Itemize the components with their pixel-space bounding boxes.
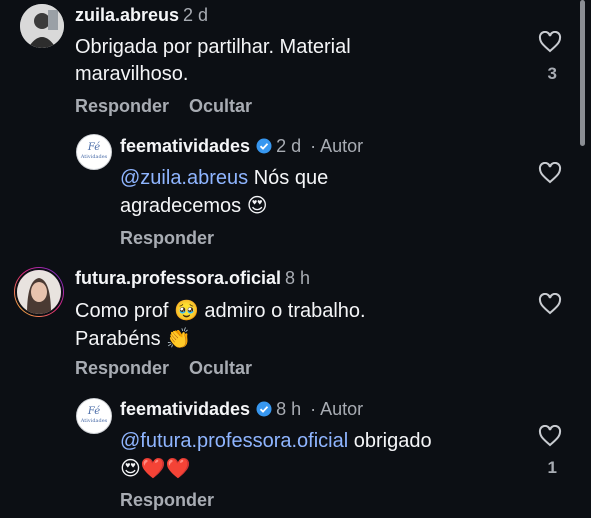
comment-actions: Responder Ocultar <box>75 358 272 379</box>
avatar[interactable] <box>20 4 64 48</box>
comment-text-part: Nós que <box>248 167 329 189</box>
comment-text-part: obrigado <box>348 430 432 452</box>
heart-eyes-hearts-emoji: 😍❤️❤️ <box>120 456 191 480</box>
heart-eyes-emoji: 😍 <box>246 193 268 217</box>
comment-header: feematividades 8 h · Autor <box>120 399 363 420</box>
comment-text-part: Parabéns <box>75 328 161 350</box>
clapping-hands-emoji: 👏 <box>166 326 192 350</box>
comment-text: @zuila.abreus Nós que agradecemos 😍 <box>120 165 328 220</box>
mention-link[interactable]: @zuila.abreus <box>120 167 248 189</box>
username[interactable]: feematividades <box>120 399 250 419</box>
hide-button[interactable]: Ocultar <box>189 96 252 116</box>
verified-badge-icon <box>256 401 272 417</box>
user-photo-icon <box>15 268 63 316</box>
like-count: 3 <box>547 64 557 83</box>
avatar[interactable] <box>14 267 64 317</box>
user-photo-icon <box>20 4 64 48</box>
reply-button[interactable]: Responder <box>75 96 169 116</box>
comment-text-line: Obrigada por partilhar. Material <box>75 36 351 58</box>
comment-header: feematividades 2 d · Autor <box>120 136 363 157</box>
avatar[interactable]: Fé Atividades <box>76 134 112 170</box>
comment-text: Como prof 🥹 admiro o trabalho. Parabéns … <box>75 297 366 353</box>
mention-link[interactable]: @futura.professora.oficial <box>120 430 348 452</box>
verified-badge-icon <box>256 138 272 154</box>
timestamp: 8 h <box>276 399 302 419</box>
heart-icon[interactable] <box>538 425 562 447</box>
separator: · <box>305 399 321 419</box>
brand-logo-icon: Fé Atividades <box>78 136 110 168</box>
author-badge: Autor <box>320 136 364 156</box>
comment-text-line: @futura.professora.oficial obrigado <box>120 428 432 455</box>
reply-button[interactable]: Responder <box>120 228 214 248</box>
avatar[interactable]: Fé Atividades <box>76 398 112 434</box>
username[interactable]: zuila.abreus <box>75 5 179 25</box>
svg-text:Atividades: Atividades <box>80 418 108 424</box>
like-count: 1 <box>547 458 557 477</box>
comment-text-part: Como prof <box>75 300 169 322</box>
scrollbar-thumb[interactable] <box>580 0 585 146</box>
comment-header: futura.professora.oficial 8 h <box>75 268 310 289</box>
svg-text:Atividades: Atividades <box>80 154 108 160</box>
heart-icon[interactable] <box>538 162 562 184</box>
reply-button[interactable]: Responder <box>120 490 214 510</box>
separator: · <box>305 136 321 156</box>
comment-actions: Responder Ocultar <box>75 96 272 117</box>
comment-text: @futura.professora.oficial obrigado 😍❤️❤… <box>120 428 432 483</box>
hide-button[interactable]: Ocultar <box>189 358 252 378</box>
comment-text-line: maravilhoso. <box>75 63 189 85</box>
heart-icon[interactable] <box>538 293 562 315</box>
comment-text-line: agradecemos 😍 <box>120 192 328 220</box>
comment-text-line: Parabéns 👏 <box>75 325 366 353</box>
reply-button[interactable]: Responder <box>75 358 169 378</box>
timestamp: 2 d <box>276 136 302 156</box>
comment-text-part: admiro o trabalho. <box>204 300 366 322</box>
comment-text-part: agradecemos <box>120 195 242 217</box>
brand-logo-icon: Fé Atividades <box>78 400 110 432</box>
heart-icon[interactable] <box>538 31 562 53</box>
holding-tears-emoji: 🥹 <box>173 298 199 322</box>
svg-text:Fé: Fé <box>87 406 100 417</box>
timestamp: 2 d <box>183 5 209 25</box>
comment-header: zuila.abreus 2 d <box>75 5 208 26</box>
username[interactable]: futura.professora.oficial <box>75 268 281 288</box>
comment-text: Obrigada por partilhar. Material maravil… <box>75 34 351 88</box>
comment-text-line: 😍❤️❤️ <box>120 455 432 483</box>
author-badge: Autor <box>320 399 364 419</box>
svg-text:Fé: Fé <box>87 142 100 153</box>
timestamp: 8 h <box>285 268 311 288</box>
comment-actions: Responder <box>120 490 234 511</box>
username[interactable]: feematividades <box>120 136 250 156</box>
comment-actions: Responder <box>120 228 234 249</box>
comment-text-line: @zuila.abreus Nós que <box>120 165 328 192</box>
comment-text-line: Como prof 🥹 admiro o trabalho. <box>75 297 366 325</box>
